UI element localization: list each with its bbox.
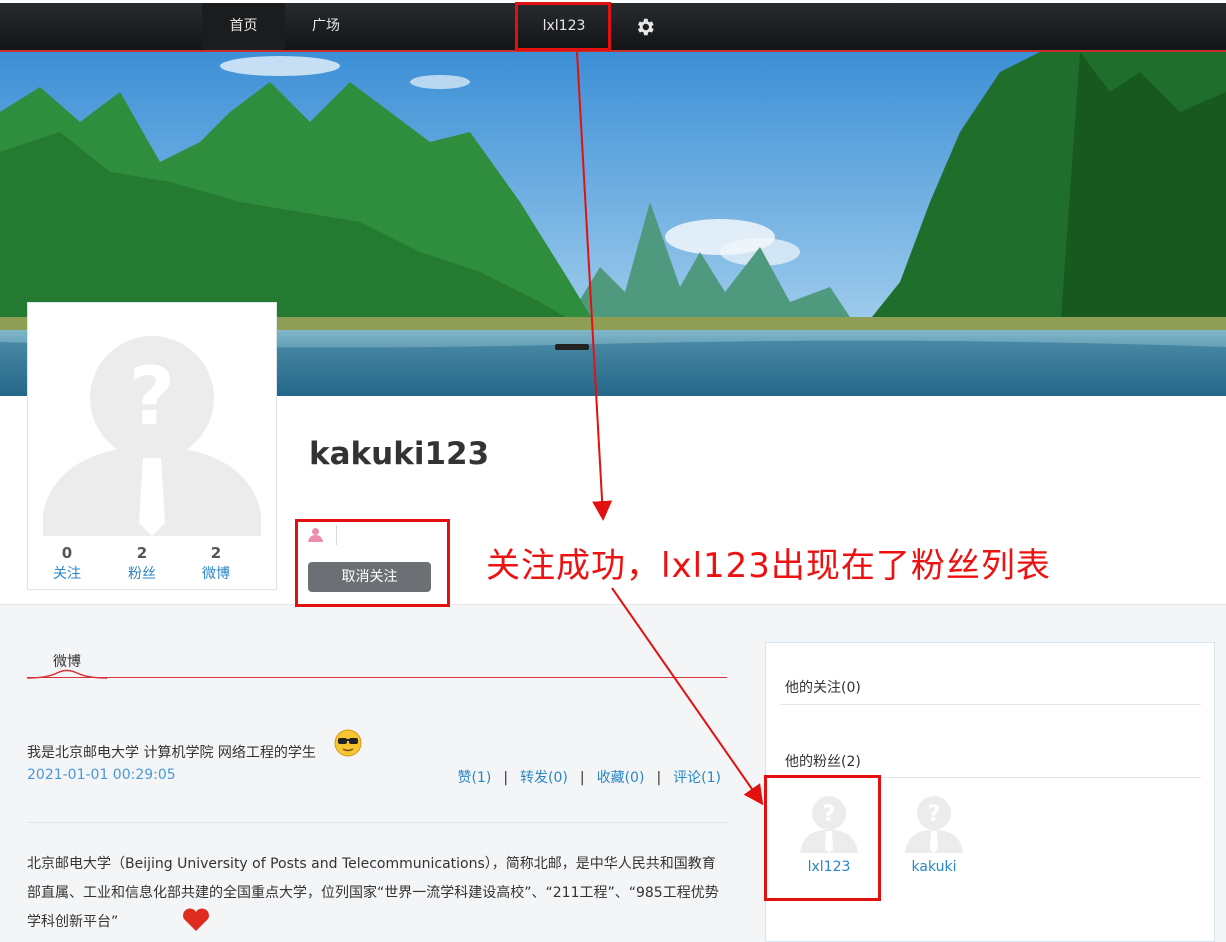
nav-home[interactable]: 首页 <box>202 3 285 50</box>
post-divider <box>27 822 727 823</box>
avatar: ? <box>43 318 261 536</box>
heart-emoji-icon <box>183 908 209 931</box>
post-actions: 赞(1) | 转发(0) | 收藏(0) | 评论(1) <box>457 770 721 786</box>
annotation-text: 关注成功，lxl123出现在了粉丝列表 <box>486 546 1051 586</box>
post-content: 我是北京邮电大学 计算机学院 网络工程的学生 <box>27 745 316 761</box>
posts-count: 2 <box>210 544 222 562</box>
divider <box>780 704 1201 705</box>
gear-icon[interactable] <box>634 16 656 38</box>
tab-underline <box>27 677 727 678</box>
profile-username: kakuki123 <box>309 436 490 472</box>
svg-text:?: ? <box>129 350 175 443</box>
posts-label[interactable]: 微博 <box>186 563 246 585</box>
post-text: 我是北京邮电大学 计算机学院 网络工程的学生 <box>27 742 316 762</box>
fans-label[interactable]: 粉丝 <box>112 563 172 585</box>
fans-title: 他的粉丝(2) <box>785 754 861 770</box>
comment-button[interactable]: 评论(1) <box>673 770 721 786</box>
stat-fans[interactable]: 2 粉丝 <box>112 543 172 585</box>
stat-posts[interactable]: 2 微博 <box>186 543 246 585</box>
fan-item[interactable]: ? kakuki <box>894 791 974 875</box>
following-count: 0 <box>61 544 73 562</box>
following-title: 他的关注(0) <box>785 680 861 696</box>
avatar-card: ? 0 关注 2 粉丝 2 微博 <box>27 302 277 590</box>
annotation-box <box>295 519 450 607</box>
fan-avatar: ? <box>905 796 963 853</box>
fans-count: 2 <box>136 544 148 562</box>
favorite-button[interactable]: 收藏(0) <box>597 770 645 786</box>
repost-button[interactable]: 转发(0) <box>520 770 568 786</box>
following-label[interactable]: 关注 <box>37 563 97 585</box>
annotation-box <box>515 2 611 51</box>
post-timestamp: 2021-01-01 00:29:05 <box>27 767 176 783</box>
top-nav-bar: 首页 广场 lxl123 <box>0 0 1226 52</box>
stat-following[interactable]: 0 关注 <box>37 543 97 585</box>
post-text: 北京邮电大学（Beijing University of Posts and T… <box>27 856 719 930</box>
like-button[interactable]: 赞(1) <box>457 770 491 786</box>
annotation-box <box>764 775 881 901</box>
tab-indicator <box>27 669 107 679</box>
top-edge <box>0 0 1226 3</box>
fan-name[interactable]: kakuki <box>894 859 974 875</box>
sunglasses-emoji-icon <box>334 729 362 757</box>
svg-text:?: ? <box>928 802 941 827</box>
nav-plaza[interactable]: 广场 <box>285 3 367 50</box>
